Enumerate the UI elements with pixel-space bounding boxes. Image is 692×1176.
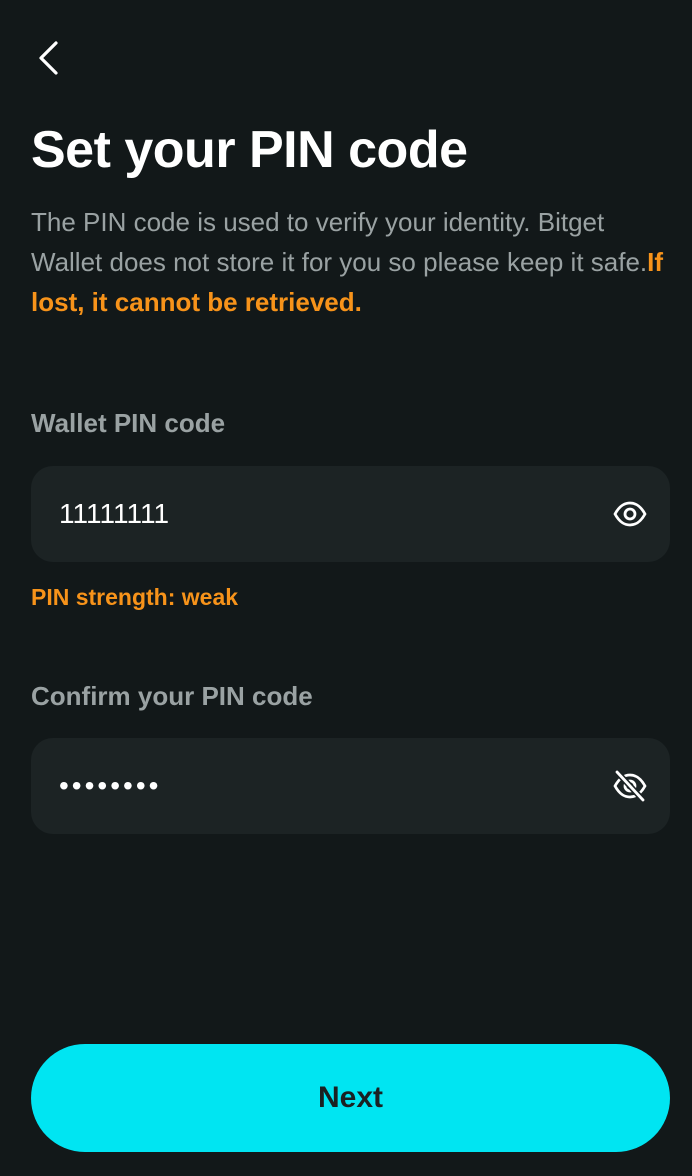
chevron-left-icon bbox=[39, 41, 58, 75]
confirm-pin-input[interactable] bbox=[59, 738, 599, 834]
show-confirm-pin-toggle[interactable] bbox=[608, 764, 652, 808]
description-text: The PIN code is used to verify your iden… bbox=[31, 207, 648, 277]
pin-strength-indicator: PIN strength: weak bbox=[31, 584, 239, 610]
pin-field-container bbox=[31, 466, 670, 562]
eye-icon bbox=[613, 501, 647, 527]
page-title: Set your PIN code bbox=[31, 121, 468, 179]
confirm-pin-field-label: Confirm your PIN code bbox=[31, 681, 313, 711]
pin-description: The PIN code is used to verify your iden… bbox=[31, 202, 671, 322]
eye-off-icon bbox=[613, 769, 647, 803]
confirm-pin-field-container bbox=[31, 738, 670, 834]
back-button[interactable] bbox=[26, 34, 70, 82]
show-pin-toggle[interactable] bbox=[608, 492, 652, 536]
pin-input[interactable] bbox=[59, 466, 599, 562]
pin-field-label: Wallet PIN code bbox=[31, 408, 226, 438]
next-button[interactable]: Next bbox=[31, 1044, 670, 1152]
